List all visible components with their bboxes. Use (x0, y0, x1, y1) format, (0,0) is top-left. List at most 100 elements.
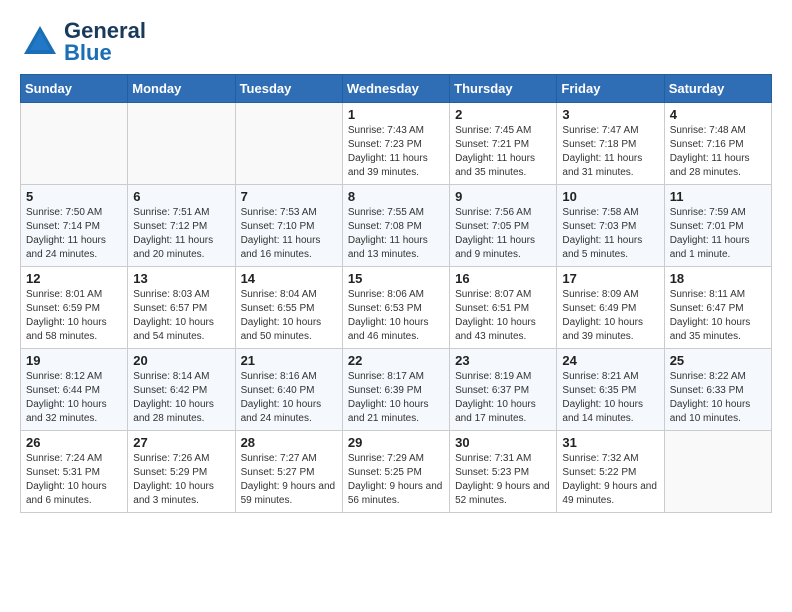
day-info: Sunrise: 7:32 AM Sunset: 5:22 PM Dayligh… (562, 452, 658, 508)
day-cell (21, 103, 128, 185)
day-cell: 20 Sunrise: 8:14 AM Sunset: 6:42 PM Dayli… (128, 349, 235, 431)
day-cell: 31 Sunrise: 7:32 AM Sunset: 5:22 PM Dayli… (557, 431, 664, 513)
day-number: 18 (670, 271, 766, 286)
week-row-1: 1 Sunrise: 7:43 AM Sunset: 7:23 PM Daylig… (21, 103, 772, 185)
day-info: Sunrise: 7:50 AM Sunset: 7:14 PM Dayligh… (26, 206, 122, 262)
day-cell (664, 431, 771, 513)
day-info: Sunrise: 8:04 AM Sunset: 6:55 PM Dayligh… (241, 288, 337, 344)
day-number: 24 (562, 353, 658, 368)
calendar-table: SundayMondayTuesdayWednesdayThursdayFrid… (20, 74, 772, 513)
day-number: 5 (26, 189, 122, 204)
day-info: Sunrise: 8:03 AM Sunset: 6:57 PM Dayligh… (133, 288, 229, 344)
day-number: 14 (241, 271, 337, 286)
day-number: 22 (348, 353, 444, 368)
day-cell: 16 Sunrise: 8:07 AM Sunset: 6:51 PM Dayli… (450, 267, 557, 349)
day-cell: 6 Sunrise: 7:51 AM Sunset: 7:12 PM Daylig… (128, 185, 235, 267)
day-number: 11 (670, 189, 766, 204)
day-cell: 17Sunrise: 8:09 AM Sunset: 6:49 PM Dayli… (557, 267, 664, 349)
day-info: Sunrise: 7:27 AM Sunset: 5:27 PM Dayligh… (241, 452, 337, 508)
day-number: 26 (26, 435, 122, 450)
day-number: 6 (133, 189, 229, 204)
day-info: Sunrise: 7:31 AM Sunset: 5:23 PM Dayligh… (455, 452, 551, 508)
week-row-2: 5 Sunrise: 7:50 AM Sunset: 7:14 PM Daylig… (21, 185, 772, 267)
logo-icon (20, 22, 60, 62)
day-number: 7 (241, 189, 337, 204)
day-number: 4 (670, 107, 766, 122)
day-cell: 15 Sunrise: 8:06 AM Sunset: 6:53 PM Dayli… (342, 267, 449, 349)
day-info: Sunrise: 8:06 AM Sunset: 6:53 PM Dayligh… (348, 288, 444, 344)
day-info: Sunrise: 8:11 AM Sunset: 6:47 PM Dayligh… (670, 288, 766, 344)
day-number: 19 (26, 353, 122, 368)
day-number: 29 (348, 435, 444, 450)
day-number: 21 (241, 353, 337, 368)
col-header-wednesday: Wednesday (342, 75, 449, 103)
col-header-saturday: Saturday (664, 75, 771, 103)
week-row-5: 26 Sunrise: 7:24 AM Sunset: 5:31 PM Dayli… (21, 431, 772, 513)
day-cell: 5 Sunrise: 7:50 AM Sunset: 7:14 PM Daylig… (21, 185, 128, 267)
day-cell: 29 Sunrise: 7:29 AM Sunset: 5:25 PM Dayli… (342, 431, 449, 513)
day-cell: 12Sunrise: 8:01 AM Sunset: 6:59 PM Dayli… (21, 267, 128, 349)
day-info: Sunrise: 8:16 AM Sunset: 6:40 PM Dayligh… (241, 370, 337, 426)
day-info: Sunrise: 7:51 AM Sunset: 7:12 PM Dayligh… (133, 206, 229, 262)
logo-text: GeneralBlue (64, 20, 146, 64)
day-number: 8 (348, 189, 444, 204)
day-info: Sunrise: 7:56 AM Sunset: 7:05 PM Dayligh… (455, 206, 551, 262)
day-info: Sunrise: 7:58 AM Sunset: 7:03 PM Dayligh… (562, 206, 658, 262)
day-number: 3 (562, 107, 658, 122)
week-row-3: 12Sunrise: 8:01 AM Sunset: 6:59 PM Dayli… (21, 267, 772, 349)
day-number: 30 (455, 435, 551, 450)
day-number: 31 (562, 435, 658, 450)
day-cell: 27 Sunrise: 7:26 AM Sunset: 5:29 PM Dayli… (128, 431, 235, 513)
day-cell: 9 Sunrise: 7:56 AM Sunset: 7:05 PM Daylig… (450, 185, 557, 267)
day-number: 16 (455, 271, 551, 286)
col-header-thursday: Thursday (450, 75, 557, 103)
day-info: Sunrise: 7:53 AM Sunset: 7:10 PM Dayligh… (241, 206, 337, 262)
day-info: Sunrise: 7:24 AM Sunset: 5:31 PM Dayligh… (26, 452, 122, 508)
week-row-4: 19 Sunrise: 8:12 AM Sunset: 6:44 PM Dayli… (21, 349, 772, 431)
day-info: Sunrise: 7:47 AM Sunset: 7:18 PM Dayligh… (562, 124, 658, 180)
logo: GeneralBlue (20, 20, 146, 64)
day-cell (128, 103, 235, 185)
col-header-tuesday: Tuesday (235, 75, 342, 103)
day-cell: 3 Sunrise: 7:47 AM Sunset: 7:18 PM Daylig… (557, 103, 664, 185)
day-info: Sunrise: 8:17 AM Sunset: 6:39 PM Dayligh… (348, 370, 444, 426)
day-cell: 2Sunrise: 7:45 AM Sunset: 7:21 PM Daylig… (450, 103, 557, 185)
day-cell: 22 Sunrise: 8:17 AM Sunset: 6:39 PM Dayli… (342, 349, 449, 431)
day-number: 9 (455, 189, 551, 204)
day-cell: 18 Sunrise: 8:11 AM Sunset: 6:47 PM Dayli… (664, 267, 771, 349)
day-number: 20 (133, 353, 229, 368)
day-info: Sunrise: 7:48 AM Sunset: 7:16 PM Dayligh… (670, 124, 766, 180)
day-cell: 23Sunrise: 8:19 AM Sunset: 6:37 PM Dayli… (450, 349, 557, 431)
day-info: Sunrise: 8:21 AM Sunset: 6:35 PM Dayligh… (562, 370, 658, 426)
day-cell: 21 Sunrise: 8:16 AM Sunset: 6:40 PM Dayli… (235, 349, 342, 431)
col-header-sunday: Sunday (21, 75, 128, 103)
day-number: 10 (562, 189, 658, 204)
day-info: Sunrise: 7:43 AM Sunset: 7:23 PM Dayligh… (348, 124, 444, 180)
day-info: Sunrise: 8:19 AM Sunset: 6:37 PM Dayligh… (455, 370, 551, 426)
day-info: Sunrise: 7:29 AM Sunset: 5:25 PM Dayligh… (348, 452, 444, 508)
day-cell (235, 103, 342, 185)
col-header-friday: Friday (557, 75, 664, 103)
day-info: Sunrise: 8:22 AM Sunset: 6:33 PM Dayligh… (670, 370, 766, 426)
page-header: GeneralBlue (20, 20, 772, 64)
calendar-header-row: SundayMondayTuesdayWednesdayThursdayFrid… (21, 75, 772, 103)
day-cell: 4 Sunrise: 7:48 AM Sunset: 7:16 PM Daylig… (664, 103, 771, 185)
day-info: Sunrise: 8:14 AM Sunset: 6:42 PM Dayligh… (133, 370, 229, 426)
day-info: Sunrise: 7:26 AM Sunset: 5:29 PM Dayligh… (133, 452, 229, 508)
day-info: Sunrise: 8:09 AM Sunset: 6:49 PM Dayligh… (562, 288, 658, 344)
day-number: 1 (348, 107, 444, 122)
day-cell: 8 Sunrise: 7:55 AM Sunset: 7:08 PM Daylig… (342, 185, 449, 267)
day-number: 15 (348, 271, 444, 286)
day-info: Sunrise: 7:59 AM Sunset: 7:01 PM Dayligh… (670, 206, 766, 262)
calendar-body: 1 Sunrise: 7:43 AM Sunset: 7:23 PM Daylig… (21, 103, 772, 513)
day-info: Sunrise: 7:55 AM Sunset: 7:08 PM Dayligh… (348, 206, 444, 262)
day-info: Sunrise: 8:07 AM Sunset: 6:51 PM Dayligh… (455, 288, 551, 344)
col-header-monday: Monday (128, 75, 235, 103)
day-cell: 11 Sunrise: 7:59 AM Sunset: 7:01 PM Dayli… (664, 185, 771, 267)
day-cell: 25 Sunrise: 8:22 AM Sunset: 6:33 PM Dayli… (664, 349, 771, 431)
day-info: Sunrise: 8:12 AM Sunset: 6:44 PM Dayligh… (26, 370, 122, 426)
day-number: 28 (241, 435, 337, 450)
day-number: 2 (455, 107, 551, 122)
day-number: 27 (133, 435, 229, 450)
day-number: 25 (670, 353, 766, 368)
